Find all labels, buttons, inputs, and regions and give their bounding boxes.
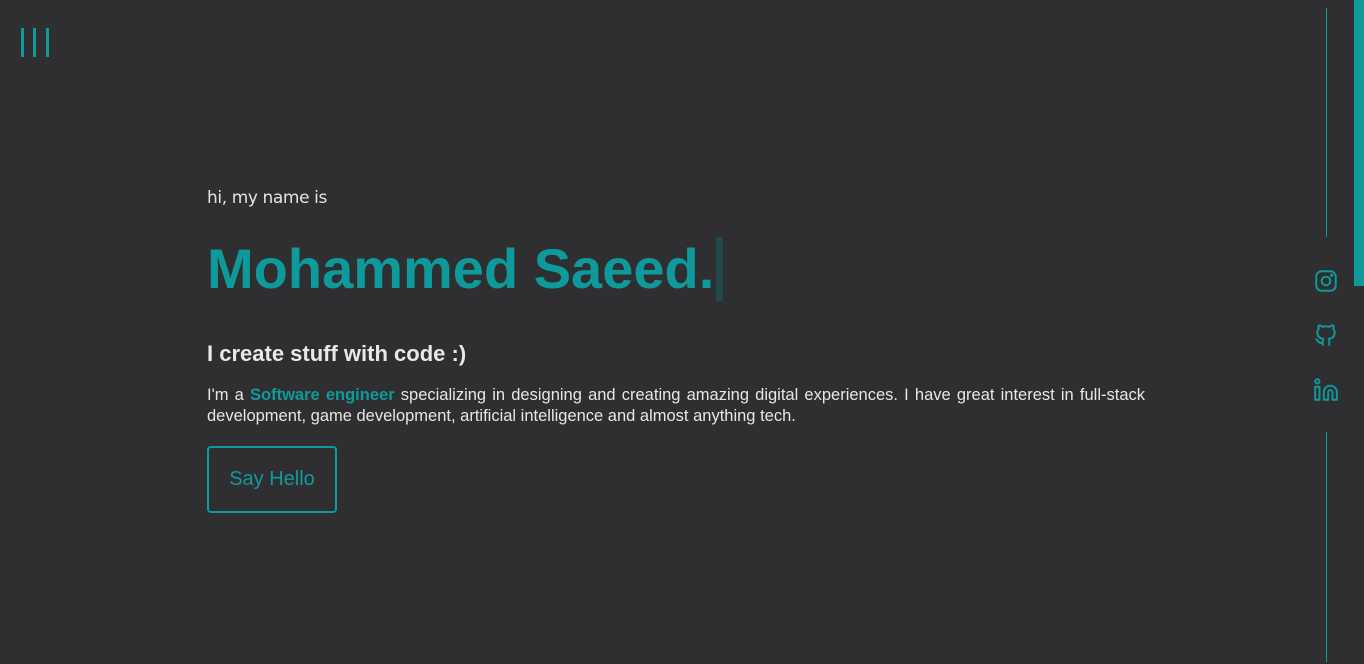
bio-highlight: Software engineer [250, 386, 395, 404]
portfolio-page: hi, my name is Mohammed Saeed. I create … [0, 0, 1364, 664]
instagram-icon [1315, 270, 1337, 292]
hero-name: Mohammed Saeed. [207, 237, 715, 300]
menu-bar [21, 28, 24, 57]
hero-section: hi, my name is Mohammed Saeed. I create … [207, 186, 1147, 513]
scrollbar-thumb[interactable] [1354, 0, 1364, 286]
instagram-link[interactable] [1313, 268, 1339, 294]
menu-bar [33, 28, 36, 57]
say-hello-button[interactable]: Say Hello [207, 446, 337, 513]
hero-bio: I'm a Software engineer specializing in … [207, 385, 1145, 427]
social-rail-line-top [1326, 8, 1327, 237]
menu-bar [46, 28, 49, 57]
name-row: Mohammed Saeed. [207, 236, 1147, 302]
linkedin-icon [1314, 378, 1338, 401]
github-icon [1315, 324, 1336, 346]
bio-prefix: I'm a [207, 386, 250, 404]
menu-toggle-button[interactable] [20, 28, 52, 58]
github-link[interactable] [1313, 322, 1339, 348]
social-rail-line-bottom [1326, 432, 1327, 662]
linkedin-link[interactable] [1313, 377, 1339, 403]
hero-tagline: I create stuff with code :) [207, 341, 467, 366]
typing-cursor [716, 237, 724, 301]
page-scrollbar[interactable] [1354, 0, 1364, 664]
intro-text: hi, my name is [207, 188, 327, 208]
